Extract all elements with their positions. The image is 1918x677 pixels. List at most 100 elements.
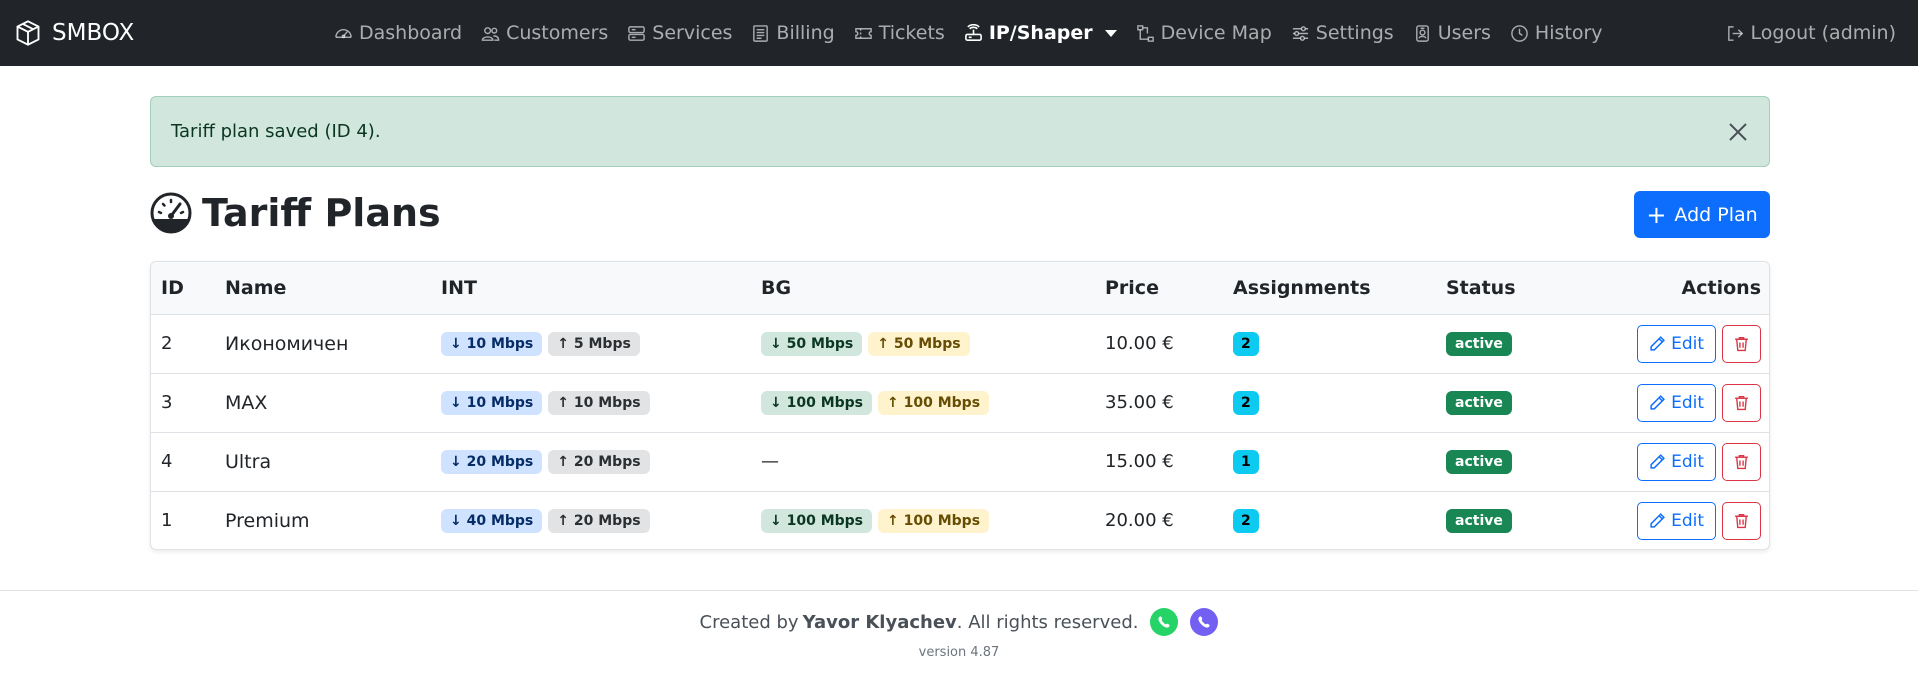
column-header-name: Name — [215, 262, 431, 315]
speedometer-icon — [150, 192, 192, 234]
nav-item-ip-shaper[interactable]: IP/Shaper — [964, 22, 1117, 44]
int-download-badge: ↓ 20 Mbps — [441, 449, 543, 474]
nav-item-dashboard[interactable]: Dashboard — [334, 22, 462, 44]
column-header-actions: Actions — [1596, 262, 1769, 315]
add-plan-label: Add Plan — [1674, 203, 1758, 226]
page-title: Tariff Plans — [150, 190, 441, 236]
cell-actions: Edit — [1596, 491, 1769, 549]
column-header-bg: BG — [751, 262, 1095, 315]
cell-id: 4 — [161, 451, 173, 472]
nav-item-users[interactable]: Users — [1413, 22, 1491, 44]
nav-item-billing[interactable]: Billing — [751, 22, 835, 44]
box-icon — [16, 20, 40, 46]
clock-icon — [1511, 24, 1528, 42]
nav-item-customers[interactable]: Customers — [481, 22, 608, 44]
delete-button[interactable] — [1722, 501, 1761, 540]
status-badge: active — [1446, 449, 1512, 474]
int-upload-badge: ↑ 10 Mbps — [548, 390, 650, 415]
edit-label: Edit — [1671, 451, 1704, 472]
table-row: 3 MAX ↓ 10 Mbps ↑ 10 Mbps ↓ 100 Mbps ↑ 100… — [151, 373, 1769, 432]
cell-id: 3 — [161, 392, 173, 413]
cell-int: ↓ 10 Mbps ↑ 5 Mbps — [431, 314, 751, 373]
cell-id: 1 — [161, 510, 173, 532]
trash-icon — [1735, 454, 1748, 470]
viber-icon[interactable] — [1190, 608, 1219, 636]
people-icon — [481, 26, 500, 41]
bg-download-badge: ↓ 100 Mbps — [761, 390, 873, 415]
delete-button[interactable] — [1722, 324, 1761, 363]
nav-item-services[interactable]: Services — [627, 22, 732, 44]
status-badge: active — [1446, 390, 1512, 415]
nav-label: Settings — [1315, 22, 1394, 44]
edit-button[interactable]: Edit — [1637, 501, 1716, 540]
nav-item-tickets[interactable]: Tickets — [854, 22, 945, 44]
footer-rights: . All rights reserved. — [956, 611, 1139, 633]
delete-button[interactable] — [1722, 442, 1761, 481]
table-row: 4 Ultra ↓ 20 Mbps ↑ 20 Mbps — 15.00 € 1 a… — [151, 432, 1769, 491]
bg-download-badge: ↓ 100 Mbps — [761, 508, 873, 533]
close-icon[interactable] — [1725, 119, 1751, 145]
logout-label: Logout (admin) — [1750, 22, 1896, 44]
bg-empty-dash: — — [761, 451, 779, 472]
cell-bg: ↓ 100 Mbps ↑ 100 Mbps — [751, 491, 1095, 549]
footer-author: Yavor Klyachev — [802, 611, 957, 633]
alert-message: Tariff plan saved (ID 4). — [171, 121, 381, 142]
column-header-status: Status — [1436, 262, 1596, 315]
cell-name: Premium — [225, 509, 310, 532]
nav-label: Customers — [506, 22, 609, 44]
int-download-badge: ↓ 10 Mbps — [441, 331, 543, 356]
int-upload-badge: ↑ 20 Mbps — [548, 449, 650, 474]
cell-actions: Edit — [1596, 432, 1769, 491]
nav-menu: Dashboard Customers Services Billing Tic… — [334, 0, 1622, 66]
cell-assignments: 1 — [1223, 432, 1436, 491]
edit-button[interactable]: Edit — [1637, 442, 1716, 481]
edit-button[interactable]: Edit — [1637, 383, 1716, 422]
cell-bg: — — [751, 432, 1095, 491]
navbar: SMBOX Dashboard Customers Services Billi… — [0, 0, 1918, 66]
nav-label: Users — [1437, 22, 1491, 44]
assignments-badge: 2 — [1233, 390, 1259, 415]
bg-upload-badge: ↑ 50 Mbps — [868, 331, 970, 356]
trash-icon — [1735, 514, 1748, 529]
cell-status: active — [1436, 373, 1596, 432]
speedometer-icon — [335, 28, 352, 38]
footer-divider — [0, 590, 1918, 591]
assignments-badge: 1 — [1233, 449, 1259, 474]
logout-icon — [1727, 25, 1743, 41]
nav-item-settings[interactable]: Settings — [1291, 22, 1394, 44]
success-alert: Tariff plan saved (ID 4). — [150, 96, 1770, 167]
add-plan-button[interactable]: + Add Plan — [1634, 191, 1770, 238]
column-header-int: INT — [431, 262, 751, 315]
column-header-id: ID — [151, 262, 215, 315]
cell-price: 35.00 € — [1105, 392, 1174, 413]
nav-label: IP/Shaper — [988, 22, 1093, 44]
diagram-icon — [1136, 24, 1154, 42]
cell-assignments: 2 — [1223, 314, 1436, 373]
trash-icon — [1735, 336, 1748, 352]
pencil-icon — [1650, 513, 1666, 528]
column-header-price: Price — [1095, 262, 1223, 315]
plus-icon: + — [1646, 200, 1667, 229]
whatsapp-icon[interactable] — [1150, 608, 1179, 636]
status-badge: active — [1446, 508, 1512, 533]
int-download-badge: ↓ 40 Mbps — [441, 508, 543, 533]
receipt-icon — [753, 24, 769, 42]
cell-price: 15.00 € — [1105, 451, 1174, 472]
edit-button[interactable]: Edit — [1637, 324, 1716, 363]
delete-button[interactable] — [1722, 383, 1761, 422]
bg-upload-badge: ↑ 100 Mbps — [878, 390, 990, 415]
nav-item-device-map[interactable]: Device Map — [1136, 22, 1272, 44]
int-upload-badge: ↑ 20 Mbps — [548, 508, 650, 533]
pencil-icon — [1650, 336, 1666, 351]
table-row: 1 Premium ↓ 40 Mbps ↑ 20 Mbps ↓ 100 Mbps ↑… — [151, 491, 1769, 549]
brand[interactable]: SMBOX — [14, 0, 134, 66]
nav-label: Device Map — [1160, 22, 1272, 44]
table-row: 2 Икономичен ↓ 10 Mbps ↑ 5 Mbps ↓ 50 Mbps… — [151, 314, 1769, 373]
logout-link[interactable]: Logout (admin) — [1726, 0, 1896, 66]
cell-assignments: 2 — [1223, 373, 1436, 432]
nav-item-history[interactable]: History — [1510, 22, 1603, 44]
server-icon — [628, 25, 646, 41]
cell-name: Ultra — [225, 450, 272, 473]
table-header-row: ID Name INT BG Price Assignments Status … — [151, 262, 1769, 315]
nav-label: Tickets — [878, 22, 945, 44]
